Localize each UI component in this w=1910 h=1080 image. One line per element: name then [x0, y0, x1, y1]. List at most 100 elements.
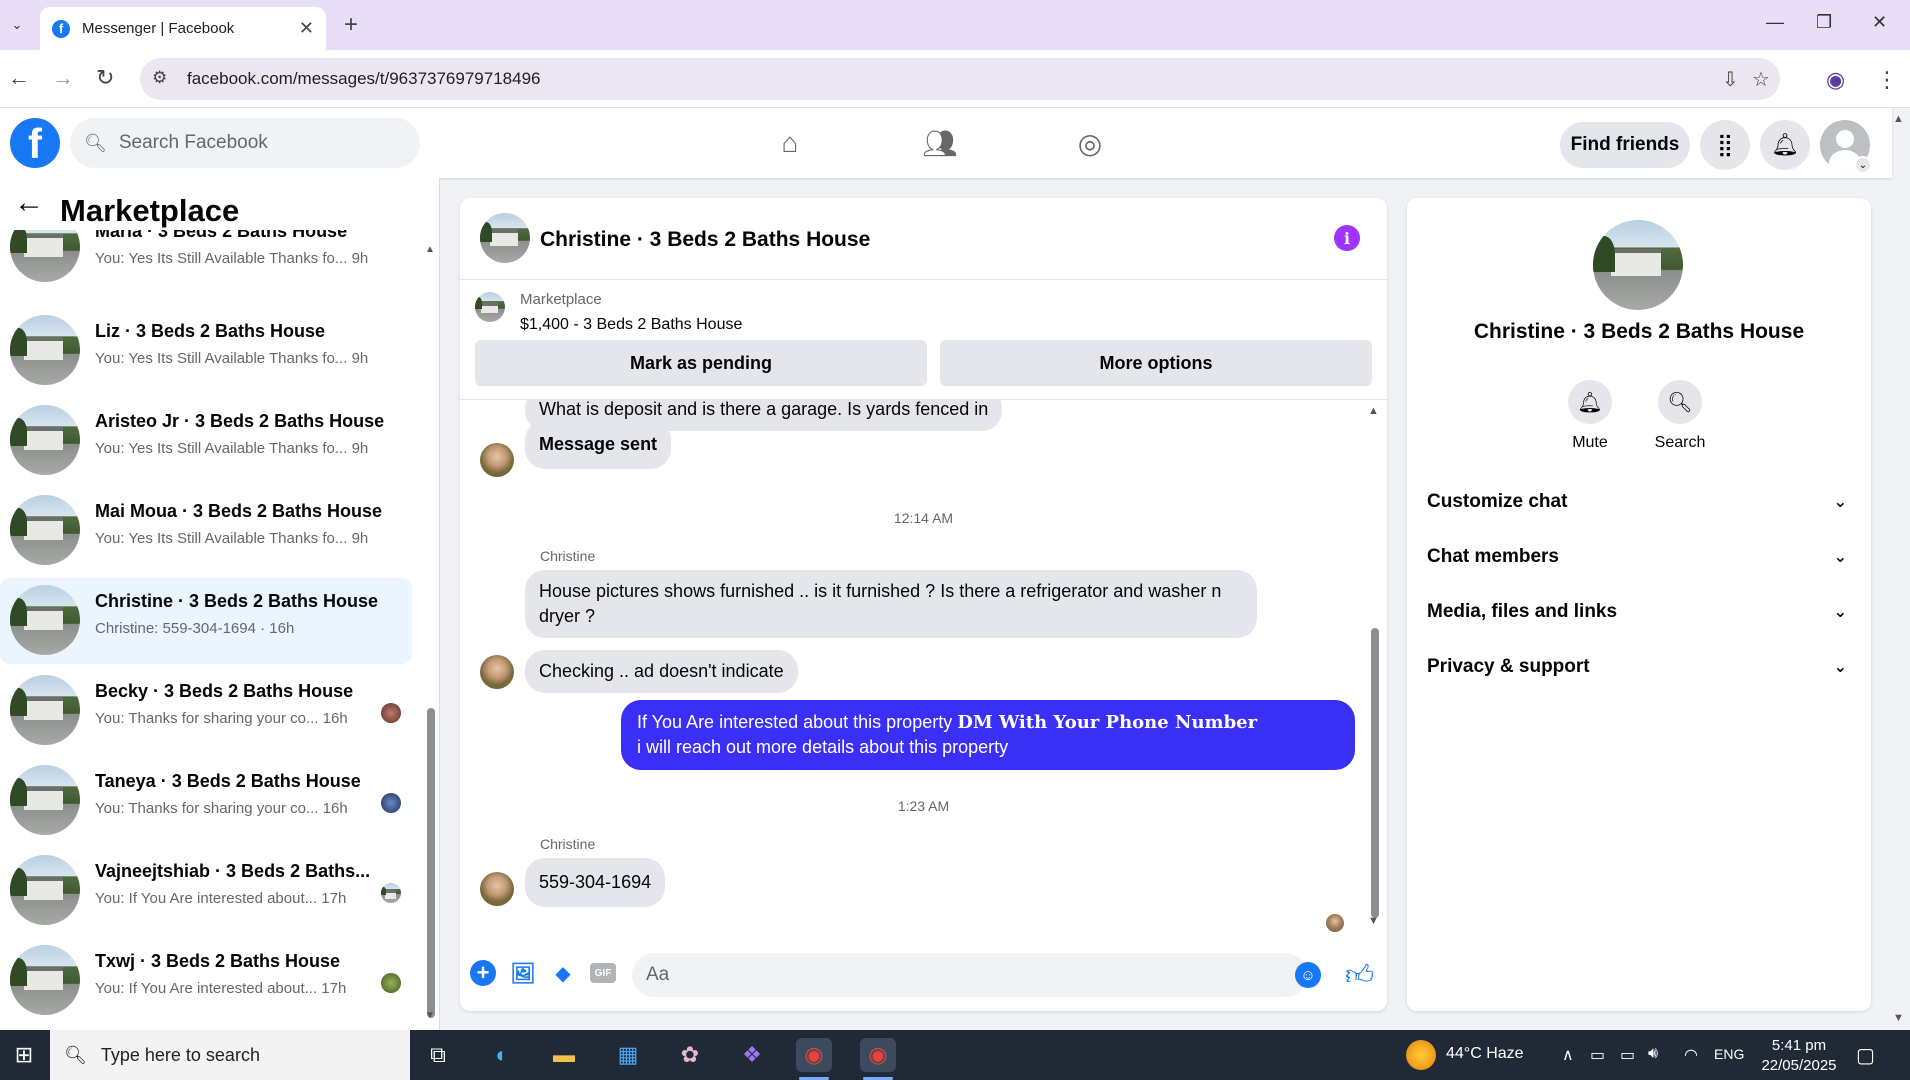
search-button[interactable]: 🔍︎ Search: [1635, 380, 1725, 452]
conversation-info-panel: Christine · 3 Beds 2 Baths House 🔔︎ Mute…: [1407, 198, 1871, 1011]
conversation-item-active[interactable]: Christine · 3 Beds 2 Baths House Christi…: [0, 578, 412, 664]
conversation-item[interactable]: Becky · 3 Beds 2 Baths House You: Thanks…: [0, 668, 412, 754]
conversation-item[interactable]: Maria · 3 Beds 2 Baths House You: Yes It…: [0, 212, 412, 304]
address-bar[interactable]: ⚙ facebook.com/messages/t/96373769797184…: [140, 58, 1780, 100]
chrome-profile-browser-icon[interactable]: ◉: [860, 1038, 896, 1072]
customize-chat-row[interactable]: Customize chat ⌄: [1427, 480, 1851, 524]
scroll-up-icon[interactable]: ▲: [1368, 405, 1379, 417]
listing-avatar: [10, 405, 80, 475]
info-icon[interactable]: i: [1334, 225, 1360, 251]
mark-as-pending-button[interactable]: Mark as pending: [475, 340, 927, 386]
reload-icon[interactable]: ↻: [96, 65, 114, 91]
message-list: What is deposit and is there a garage. I…: [460, 400, 1387, 938]
facebook-search-input[interactable]: 🔍︎ Search Facebook: [70, 118, 420, 168]
scrollbar-thumb[interactable]: [1371, 628, 1379, 918]
plus-icon[interactable]: +: [470, 960, 496, 986]
microsoft-store-icon[interactable]: ▦: [610, 1038, 646, 1072]
page-scroll-up-icon[interactable]: ▲: [1893, 113, 1904, 125]
conversation-preview: You: If You Are interested about... 17h: [95, 980, 347, 997]
new-tab-button[interactable]: +: [344, 11, 358, 39]
tab-close-icon[interactable]: ✕: [299, 18, 314, 39]
site-settings-icon[interactable]: ⚙: [152, 68, 167, 88]
taskbar-search-input[interactable]: 🔍︎ Type here to search: [50, 1030, 410, 1080]
minimize-window-icon[interactable]: —: [1766, 12, 1784, 33]
media-files-links-row[interactable]: Media, files and links ⌄: [1427, 590, 1851, 634]
task-view-icon[interactable]: ⧉: [420, 1038, 456, 1072]
emoji-icon[interactable]: ☺: [1295, 962, 1321, 988]
wifi-icon[interactable]: ◠: [1684, 1045, 1698, 1065]
conversation-sidebar: ← Marketplace Maria · 3 Beds 2 Baths Hou…: [0, 178, 440, 1030]
marketplace-listing-bar: Marketplace $1,400 - 3 Beds 2 Baths Hous…: [460, 280, 1387, 400]
battery-icon[interactable]: ▭: [1620, 1045, 1635, 1065]
account-chevron-icon[interactable]: ⌄: [1854, 156, 1872, 174]
scrollbar-thumb[interactable]: [427, 708, 435, 1018]
listing-avatar: [10, 495, 80, 565]
bell-icon: 🔔︎: [1568, 380, 1612, 424]
photo-icon[interactable]: 🖼︎: [510, 960, 536, 986]
install-app-icon[interactable]: ⇩: [1722, 67, 1739, 92]
scroll-down-icon[interactable]: ▼: [425, 1010, 435, 1021]
row-label: Privacy & support: [1427, 656, 1590, 677]
copilot-icon[interactable]: ❖: [734, 1038, 770, 1072]
listing-thumbnail: [475, 292, 505, 322]
facebook-logo[interactable]: f: [10, 118, 60, 168]
chat-title[interactable]: Christine · 3 Beds 2 Baths House: [540, 228, 870, 252]
conversation-preview: You: Yes Its Still Available Thanks fo..…: [95, 440, 369, 457]
sidebar-scrollbar[interactable]: ▲ ▼: [424, 178, 438, 1030]
notifications-bell-icon[interactable]: 🔔︎: [1760, 120, 1810, 170]
gif-icon[interactable]: GIF: [590, 963, 616, 983]
scroll-up-icon[interactable]: ▲: [425, 244, 435, 255]
conversation-item[interactable]: Vajneejtshiab · 3 Beds 2 Baths... You: I…: [0, 848, 412, 934]
forward-arrow-icon[interactable]: →: [52, 65, 74, 91]
volume-icon[interactable]: 🔊︎: [1648, 1045, 1658, 1063]
menu-grid-icon[interactable]: ⣿: [1700, 120, 1750, 170]
restore-window-icon[interactable]: ❐: [1816, 12, 1832, 33]
friends-icon[interactable]: 👥︎: [910, 122, 970, 164]
chat-avatar[interactable]: [480, 213, 530, 263]
message-input[interactable]: Aa: [632, 953, 1307, 997]
seen-avatar: [381, 883, 401, 903]
more-options-button[interactable]: More options: [940, 340, 1372, 386]
bookmark-star-icon[interactable]: ☆: [1752, 67, 1770, 92]
conversation-item[interactable]: Txwj · 3 Beds 2 Baths House You: If You …: [0, 938, 412, 1024]
home-icon[interactable]: ⌂: [760, 122, 820, 164]
browser-menu-icon[interactable]: ⋮: [1876, 67, 1898, 93]
browser-tab-messenger[interactable]: f Messenger | Facebook ✕: [40, 7, 326, 50]
find-friends-button[interactable]: Find friends: [1560, 122, 1690, 168]
weather-text[interactable]: 44°C Haze: [1446, 1045, 1524, 1063]
chrome-browser-icon[interactable]: ◉: [796, 1038, 832, 1072]
thumbs-up-icon[interactable]: 👍︎: [1345, 958, 1374, 992]
device-icon[interactable]: ▭: [1590, 1045, 1605, 1065]
conversation-item[interactable]: Aristeo Jr · 3 Beds 2 Baths House You: Y…: [0, 398, 412, 484]
conversation-item[interactable]: Mai Moua · 3 Beds 2 Baths House You: Yes…: [0, 488, 412, 574]
file-explorer-icon[interactable]: ▬: [546, 1038, 582, 1072]
conversation-name: Becky · 3 Beds 2 Baths House: [95, 681, 354, 701]
show-hidden-icons-chevron-icon[interactable]: ∧: [1562, 1045, 1574, 1065]
listing-title[interactable]: $1,400 - 3 Beds 2 Baths House: [520, 316, 742, 334]
sticker-icon[interactable]: ◆: [550, 960, 576, 986]
edge-browser-icon[interactable]: ◐: [484, 1038, 520, 1072]
tab-list-chevron-icon[interactable]: ⌄: [4, 12, 30, 38]
conversation-item[interactable]: Taneya · 3 Beds 2 Baths House You: Thank…: [0, 758, 412, 844]
notification-center-icon[interactable]: ▢: [1856, 1043, 1875, 1068]
page-scroll-down-icon[interactable]: ▼: [1893, 1012, 1904, 1024]
weather-sun-icon[interactable]: [1406, 1040, 1436, 1070]
back-arrow-icon[interactable]: ←: [14, 186, 44, 220]
conversation-item[interactable]: Liz · 3 Beds 2 Baths House You: Yes Its …: [0, 308, 412, 394]
system-clock[interactable]: 5:41 pm 22/05/2025: [1752, 1036, 1846, 1076]
scroll-down-icon[interactable]: ▼: [1368, 915, 1379, 927]
paint-app-icon[interactable]: ✿: [672, 1038, 708, 1072]
browser-profile-icon[interactable]: ◉: [1826, 67, 1845, 93]
chat-scrollbar[interactable]: ▲ ▼: [1368, 403, 1382, 933]
close-window-icon[interactable]: ✕: [1872, 12, 1887, 33]
url-text[interactable]: facebook.com/messages/t/9637376979718496: [187, 69, 540, 89]
windows-taskbar: ⊞ 🔍︎ Type here to search ⧉ ◐ ▬ ▦ ✿ ❖ ◉ ◉…: [0, 1030, 1910, 1080]
language-indicator[interactable]: ENG: [1714, 1046, 1744, 1062]
groups-icon[interactable]: ◎: [1060, 122, 1120, 164]
windows-start-icon[interactable]: ⊞: [0, 1030, 48, 1080]
chat-members-row[interactable]: Chat members ⌄: [1427, 535, 1851, 579]
back-arrow-icon[interactable]: ←: [8, 65, 30, 91]
conversation-name: Mai Moua · 3 Beds 2 Baths House: [95, 501, 383, 521]
privacy-support-row[interactable]: Privacy & support ⌄: [1427, 645, 1851, 689]
mute-button[interactable]: 🔔︎ Mute: [1545, 380, 1635, 452]
